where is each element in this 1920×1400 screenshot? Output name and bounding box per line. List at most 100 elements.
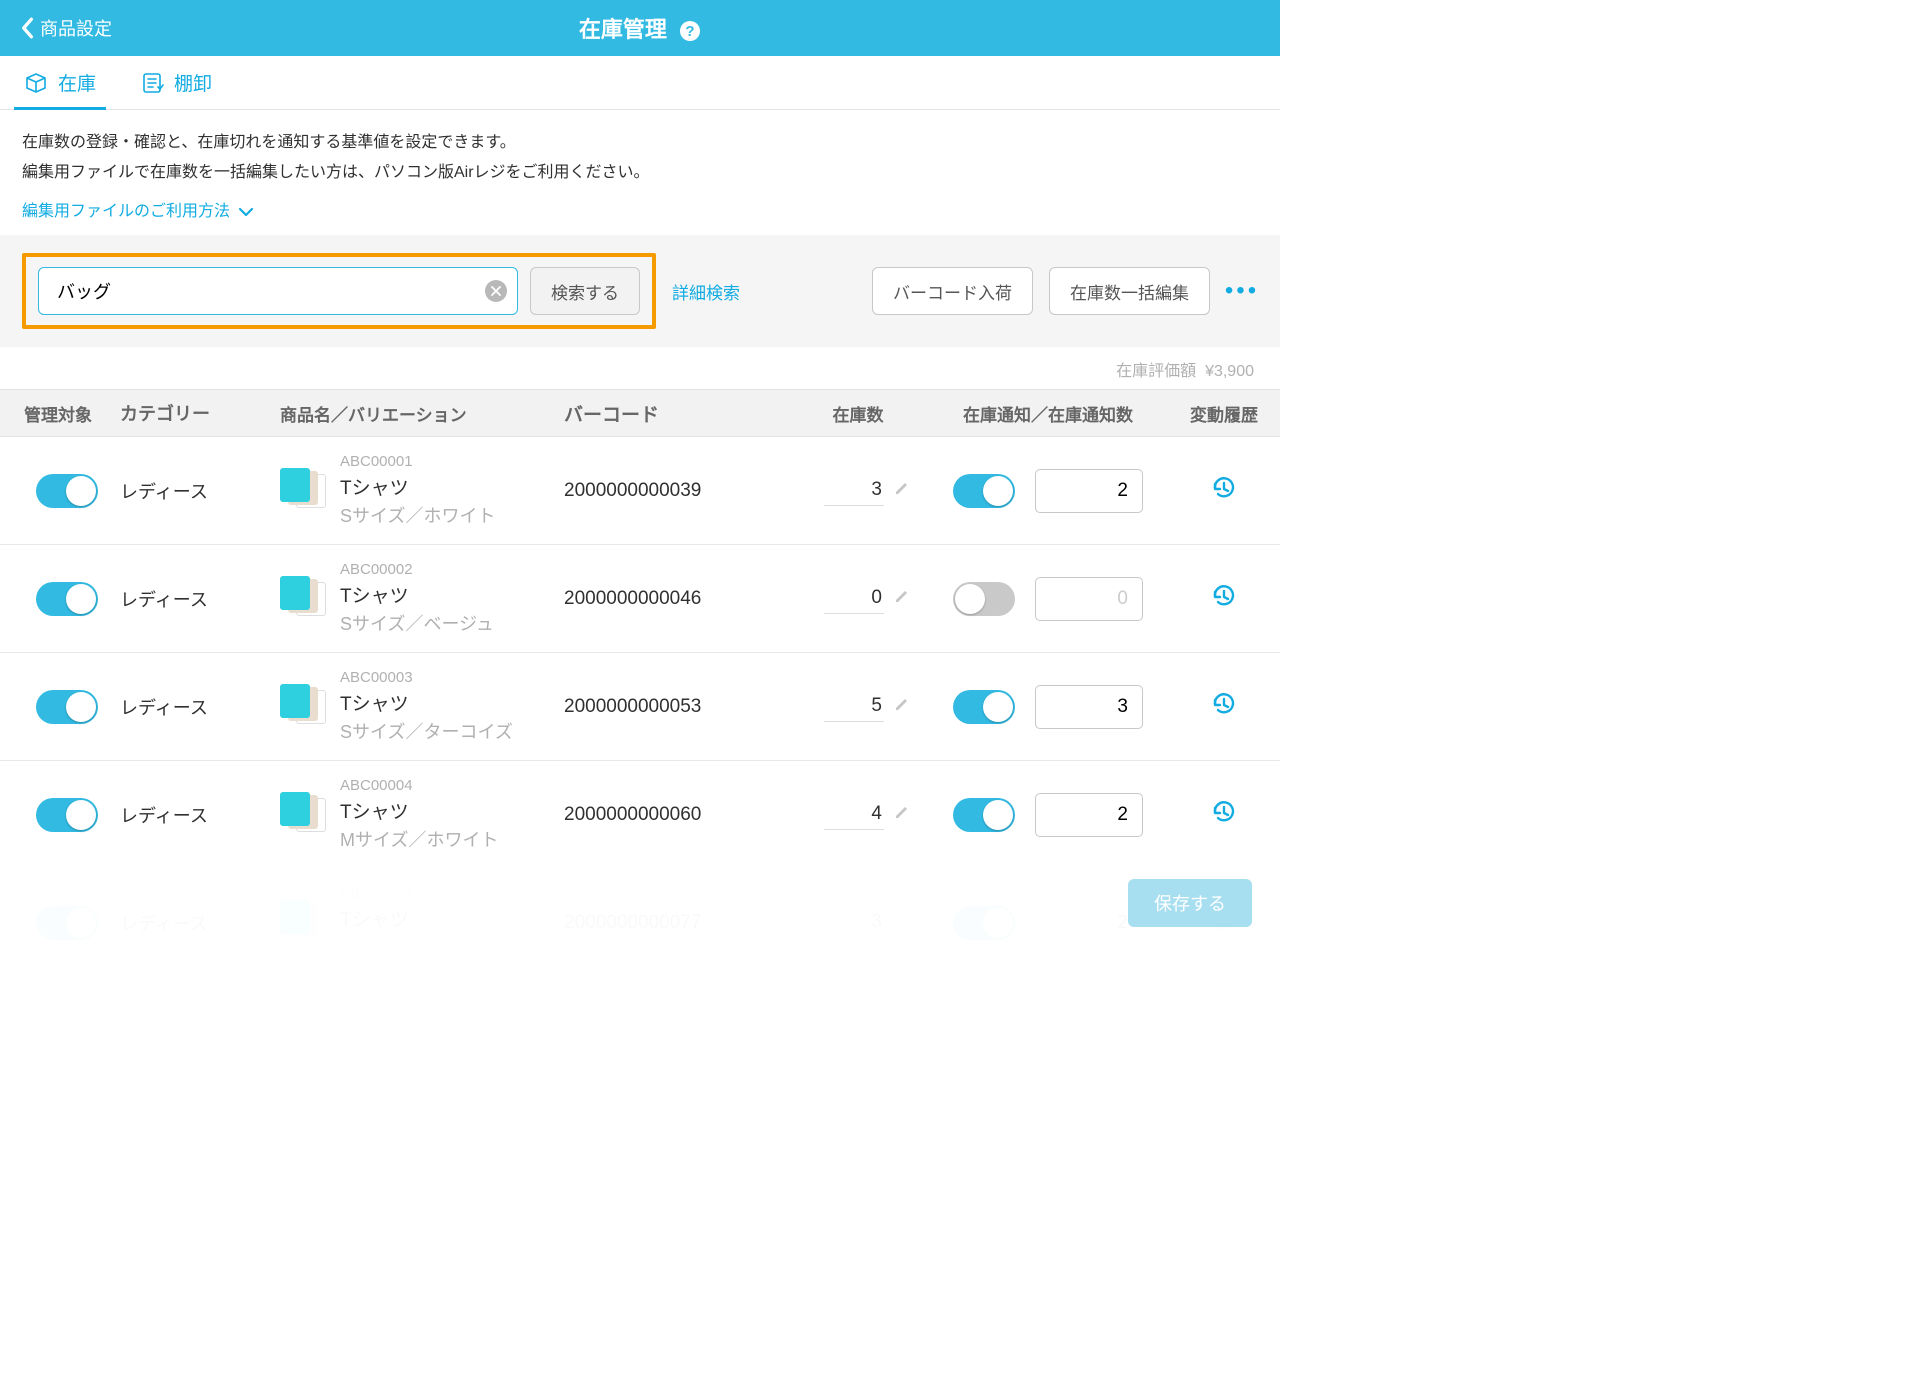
clipboard-icon [140, 71, 164, 95]
notify-toggle[interactable] [953, 474, 1015, 508]
product-name: Tシャツ [340, 690, 513, 719]
info-line-2: 編集用ファイルで在庫数を一括編集したい方は、パソコン版Airレジをご利用ください… [22, 158, 1258, 188]
notify-count-input[interactable] [1035, 685, 1143, 729]
back-button[interactable]: 商品設定 [0, 15, 132, 41]
stock-value[interactable]: 5 [824, 691, 884, 722]
variant: Mサイズ／ホワイト [340, 827, 498, 855]
notify-count-input[interactable] [1035, 793, 1143, 837]
pencil-icon[interactable] [894, 588, 910, 609]
stock-value[interactable]: 0 [824, 583, 884, 614]
table-row: レディース ABC00002 Tシャツ Sサイズ／ベージュ 2000000000… [0, 545, 1280, 653]
history-icon [1209, 689, 1239, 719]
product-thumb [280, 468, 326, 514]
chevron-left-icon [20, 17, 34, 39]
file-usage-label: 編集用ファイルのご利用方法 [22, 197, 230, 227]
table-row: レディース ABC00004 Tシャツ Mサイズ／ホワイト 2000000000… [0, 761, 1280, 869]
close-icon [491, 286, 501, 296]
variant: Sサイズ／ホワイト [340, 503, 495, 531]
tab-label: 在庫 [58, 69, 96, 96]
search-input[interactable] [55, 280, 485, 303]
sku: ABC00004 [340, 774, 498, 797]
bulk-edit-label: 在庫数一括編集 [1070, 279, 1189, 304]
box-icon [24, 71, 48, 95]
col-history: 変動履歴 [1168, 401, 1280, 426]
pencil-icon[interactable] [894, 696, 910, 717]
barcode-cell: 2000000000046 [564, 588, 788, 610]
product-name: Tシャツ [340, 798, 498, 827]
col-manage: 管理対象 [0, 401, 120, 426]
product-thumb [280, 684, 326, 730]
col-notify: 在庫通知／在庫通知数 [928, 401, 1168, 426]
tab-inventory[interactable]: 棚卸 [136, 56, 216, 109]
search-highlight: 検索する [22, 253, 656, 329]
valuation-value: ¥3,900 [1205, 363, 1254, 380]
variant: Sサイズ／ベージュ [340, 611, 494, 639]
stock-value[interactable]: 4 [824, 799, 884, 830]
barcode-arrival-button[interactable]: バーコード入荷 [872, 267, 1033, 315]
valuation-label: 在庫評価額 [1116, 363, 1196, 380]
stock-value[interactable]: 3 [824, 475, 884, 506]
sku: ABC00002 [340, 558, 494, 581]
manage-toggle[interactable] [36, 798, 98, 832]
col-category: カテゴリー [120, 400, 280, 426]
notify-count-input [1035, 577, 1143, 621]
help-icon: ? [679, 20, 701, 42]
pencil-icon[interactable] [894, 804, 910, 825]
more-button[interactable]: ••• [1226, 277, 1258, 305]
svg-text:?: ? [685, 23, 694, 40]
ellipsis-icon: ••• [1225, 277, 1259, 305]
product-name: Tシャツ [340, 582, 494, 611]
history-button[interactable] [1209, 581, 1239, 611]
history-icon [1209, 473, 1239, 503]
manage-toggle[interactable] [36, 474, 98, 508]
notify-toggle[interactable] [953, 582, 1015, 616]
product-thumb [280, 576, 326, 622]
back-label: 商品設定 [40, 15, 112, 41]
history-icon [1209, 581, 1239, 611]
col-barcode: バーコード [564, 400, 788, 427]
clear-search-button[interactable] [485, 280, 507, 302]
history-button[interactable] [1209, 473, 1239, 503]
notify-toggle[interactable] [953, 798, 1015, 832]
save-label: 保存する [1154, 890, 1226, 916]
history-icon [1209, 797, 1239, 827]
chevron-down-icon [238, 206, 254, 218]
search-button-label: 検索する [551, 279, 619, 304]
barcode-arrival-label: バーコード入荷 [893, 279, 1012, 304]
bulk-edit-button[interactable]: 在庫数一括編集 [1049, 267, 1210, 315]
search-button[interactable]: 検索する [530, 267, 640, 315]
file-usage-link[interactable]: 編集用ファイルのご利用方法 [22, 197, 254, 227]
barcode-cell: 2000000000053 [564, 696, 788, 718]
category-cell: レディース [120, 478, 280, 504]
info-line-1: 在庫数の登録・確認と、在庫切れを通知する基準値を設定できます。 [22, 128, 1258, 158]
valuation: 在庫評価額 ¥3,900 [0, 347, 1280, 389]
page-title: 在庫管理 [579, 17, 667, 42]
barcode-cell: 2000000000039 [564, 480, 788, 502]
history-button[interactable] [1209, 797, 1239, 827]
manage-toggle[interactable] [36, 690, 98, 724]
advanced-search-link[interactable]: 詳細検索 [672, 279, 740, 304]
sku: ABC00001 [340, 450, 495, 473]
product-name: Tシャツ [340, 474, 495, 503]
category-cell: レディース [120, 694, 280, 720]
col-stock: 在庫数 [788, 401, 928, 426]
tab-label: 棚卸 [174, 69, 212, 96]
category-cell: レディース [120, 802, 280, 828]
manage-toggle[interactable] [36, 582, 98, 616]
col-product: 商品名／バリエーション [280, 401, 564, 426]
tab-stock[interactable]: 在庫 [20, 56, 100, 109]
category-cell: レディース [120, 586, 280, 612]
notify-toggle[interactable] [953, 690, 1015, 724]
save-button[interactable]: 保存する [1128, 879, 1252, 927]
notify-count-input[interactable] [1035, 469, 1143, 513]
table-row: レディース ABC00001 Tシャツ Sサイズ／ホワイト 2000000000… [0, 437, 1280, 545]
help-button[interactable]: ? [679, 20, 701, 42]
pencil-icon[interactable] [894, 480, 910, 501]
barcode-cell: 2000000000060 [564, 804, 788, 826]
sku: ABC00003 [340, 666, 513, 689]
search-input-wrap[interactable] [38, 267, 518, 315]
variant: Sサイズ／ターコイズ [340, 719, 513, 747]
table-row: レディース ABC00003 Tシャツ Sサイズ／ターコイズ 200000000… [0, 653, 1280, 761]
product-thumb [280, 792, 326, 838]
history-button[interactable] [1209, 689, 1239, 719]
